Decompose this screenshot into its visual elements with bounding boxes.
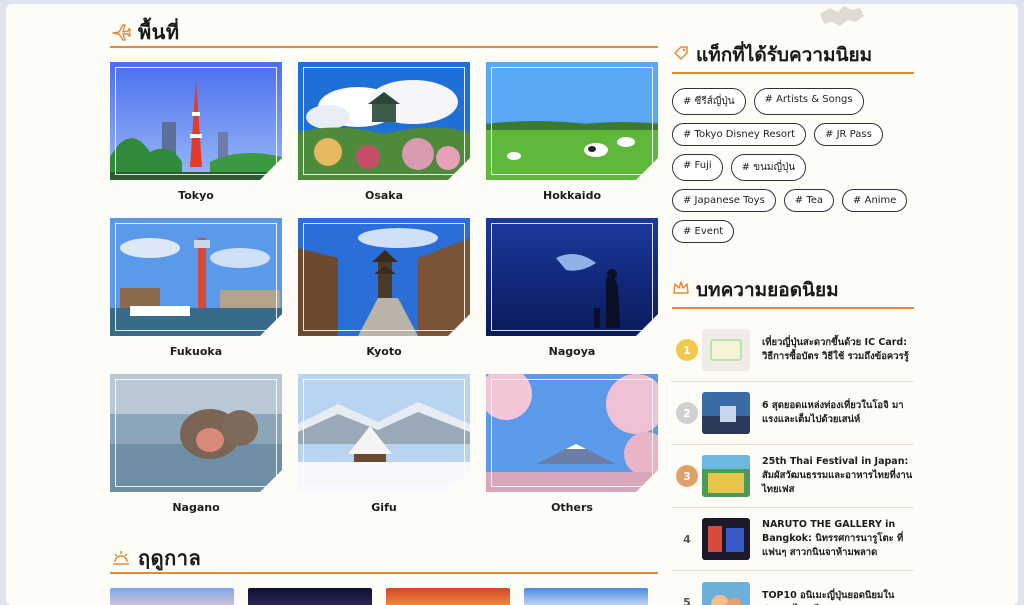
seasons-title: ฤดูกาล bbox=[138, 546, 202, 570]
region-label-nagoya[interactable]: Nagoya bbox=[486, 345, 658, 358]
season-thumb-spring[interactable] bbox=[110, 588, 234, 605]
region-label-nagano[interactable]: Nagano bbox=[110, 501, 282, 514]
region-image-hokkaido[interactable] bbox=[486, 62, 658, 180]
regions-header: พื้นที่ bbox=[110, 18, 658, 48]
article-title[interactable]: NARUTO THE GALLERY in Bangkok: นิทรรศการ… bbox=[762, 518, 914, 560]
rank-badge: 3 bbox=[676, 465, 698, 487]
rank-badge: 5 bbox=[683, 596, 691, 605]
tag-list: # ซีรีส์ญี่ปุ่น # Artists & Songs # Toky… bbox=[672, 88, 914, 243]
region-label-kyoto[interactable]: Kyoto bbox=[298, 345, 470, 358]
article-thumb[interactable] bbox=[702, 455, 750, 497]
region-label-fukuoka[interactable]: Fukuoka bbox=[110, 345, 282, 358]
region-card-others[interactable]: Others bbox=[486, 374, 658, 530]
region-image-gifu[interactable] bbox=[298, 374, 470, 492]
season-thumb-autumn[interactable] bbox=[386, 588, 510, 605]
tags-title: แท็กที่ได้รับความนิยม bbox=[696, 44, 873, 66]
tag-chip[interactable]: # ซีรีส์ญี่ปุ่น bbox=[672, 88, 746, 115]
region-image-tokyo[interactable] bbox=[110, 62, 282, 180]
crown-icon bbox=[672, 279, 690, 301]
article-title[interactable]: TOP10 อนิเมะญี่ปุ่นยอดนิยมในประเทศไทย ปี… bbox=[762, 589, 914, 605]
article-title[interactable]: 25th Thai Festival in Japan: สัมผัสวัฒนธ… bbox=[762, 455, 914, 497]
region-card-kyoto[interactable]: Kyoto bbox=[298, 218, 470, 374]
region-image-kyoto[interactable] bbox=[298, 218, 470, 336]
tags-header: แท็กที่ได้รับความนิยม bbox=[672, 38, 914, 74]
tag-chip[interactable]: # Japanese Toys bbox=[672, 189, 776, 212]
popular-section: บทความยอดนิยม 1 เที่ยวญี่ปุ่นสะดวกขึ้นด้… bbox=[672, 273, 914, 605]
region-label-others[interactable]: Others bbox=[486, 501, 658, 514]
popular-list: 1 เที่ยวญี่ปุ่นสะดวกขึ้นด้วย IC Card: วิ… bbox=[672, 319, 914, 605]
seasons-header: ฤดูกาล bbox=[110, 544, 658, 574]
season-thumbnails bbox=[110, 588, 658, 605]
region-image-osaka[interactable] bbox=[298, 62, 470, 180]
tag-chip[interactable]: # Fuji bbox=[672, 154, 723, 181]
region-image-nagoya[interactable] bbox=[486, 218, 658, 336]
tag-chip[interactable]: # Artists & Songs bbox=[753, 88, 864, 115]
region-grid: Tokyo Osaka Hokkaido Fukuoka Kyoto Nagoy… bbox=[110, 62, 658, 530]
tag-chip[interactable]: # ขนมญี่ปุ่น bbox=[730, 154, 807, 181]
popular-item[interactable]: 2 6 สุดยอดแหล่งท่องเที่ยวในโอจิ มาแรงและ… bbox=[672, 382, 914, 445]
tag-chip[interactable]: # Anime bbox=[842, 189, 908, 212]
region-card-fukuoka[interactable]: Fukuoka bbox=[110, 218, 282, 374]
popular-header: บทความยอดนิยม bbox=[672, 273, 914, 309]
article-title[interactable]: เที่ยวญี่ปุ่นสะดวกขึ้นด้วย IC Card: วิธี… bbox=[762, 336, 914, 364]
popular-item[interactable]: 3 25th Thai Festival in Japan: สัมผัสวัฒ… bbox=[672, 445, 914, 508]
japan-map-decoration bbox=[820, 6, 864, 26]
region-card-tokyo[interactable]: Tokyo bbox=[110, 62, 282, 218]
region-label-tokyo[interactable]: Tokyo bbox=[110, 189, 282, 202]
region-image-others[interactable] bbox=[486, 374, 658, 492]
regions-title: พื้นที่ bbox=[138, 20, 180, 44]
region-label-gifu[interactable]: Gifu bbox=[298, 501, 470, 514]
region-card-hokkaido[interactable]: Hokkaido bbox=[486, 62, 658, 218]
rank-badge: 4 bbox=[683, 532, 691, 546]
popular-item[interactable]: 1 เที่ยวญี่ปุ่นสะดวกขึ้นด้วย IC Card: วิ… bbox=[672, 319, 914, 382]
region-card-nagoya[interactable]: Nagoya bbox=[486, 218, 658, 374]
season-thumb-winter[interactable] bbox=[524, 588, 648, 605]
article-thumb[interactable] bbox=[702, 392, 750, 434]
article-title[interactable]: 6 สุดยอดแหล่งท่องเที่ยวในโอจิ มาแรงและเต… bbox=[762, 399, 914, 427]
airplane-icon bbox=[110, 21, 132, 43]
region-card-nagano[interactable]: Nagano bbox=[110, 374, 282, 530]
rank-badge: 2 bbox=[676, 402, 698, 424]
tag-chip[interactable]: # Event bbox=[672, 220, 735, 243]
popular-item[interactable]: 4 NARUTO THE GALLERY in Bangkok: นิทรรศก… bbox=[672, 508, 914, 571]
page: พื้นที่ Tokyo Osaka Hokkaido Fukuoka Kyo… bbox=[6, 4, 1018, 605]
region-image-nagano[interactable] bbox=[110, 374, 282, 492]
article-thumb[interactable] bbox=[702, 329, 750, 371]
article-thumb[interactable] bbox=[702, 518, 750, 560]
region-image-fukuoka[interactable] bbox=[110, 218, 282, 336]
region-label-hokkaido[interactable]: Hokkaido bbox=[486, 189, 658, 202]
region-label-osaka[interactable]: Osaka bbox=[298, 189, 470, 202]
tag-icon bbox=[672, 44, 690, 66]
right-column: แท็กที่ได้รับความนิยม # ซีรีส์ญี่ปุ่น # … bbox=[672, 38, 914, 605]
left-column: พื้นที่ Tokyo Osaka Hokkaido Fukuoka Kyo… bbox=[110, 18, 658, 605]
sunrise-icon bbox=[110, 547, 132, 569]
season-thumb-summer[interactable] bbox=[248, 588, 372, 605]
region-card-osaka[interactable]: Osaka bbox=[298, 62, 470, 218]
rank-badge: 1 bbox=[676, 339, 698, 361]
article-thumb[interactable] bbox=[702, 581, 750, 605]
tag-chip[interactable]: # Tea bbox=[783, 189, 835, 212]
tag-chip[interactable]: # Tokyo Disney Resort bbox=[672, 123, 807, 146]
popular-item[interactable]: 5 TOP10 อนิเมะญี่ปุ่นยอดนิยมในประเทศไทย … bbox=[672, 571, 914, 605]
region-card-gifu[interactable]: Gifu bbox=[298, 374, 470, 530]
tag-chip[interactable]: # JR Pass bbox=[814, 123, 883, 146]
popular-title: บทความยอดนิยม bbox=[696, 279, 839, 301]
